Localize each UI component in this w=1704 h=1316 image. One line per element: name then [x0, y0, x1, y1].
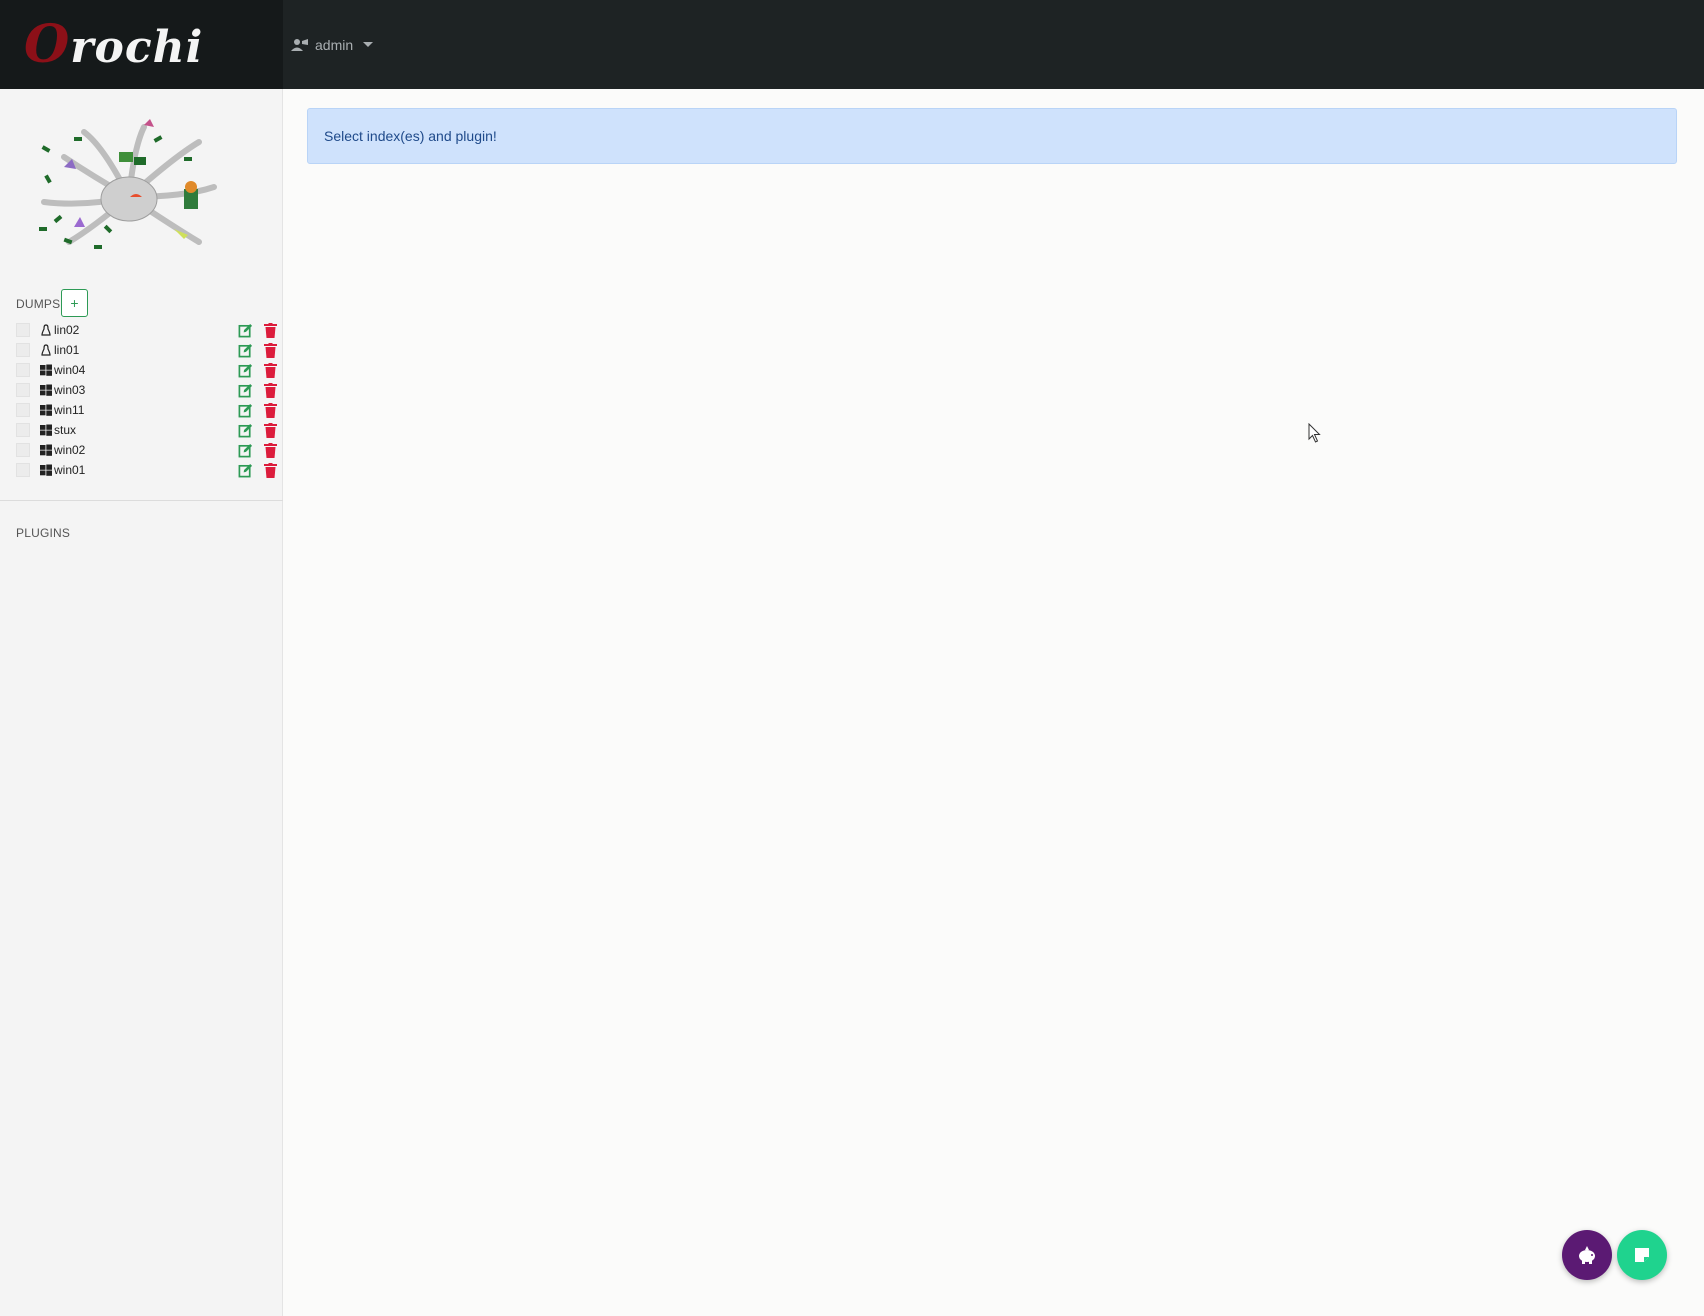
edit-icon[interactable]	[238, 323, 253, 338]
windows-icon	[40, 444, 52, 456]
dump-checkbox[interactable]	[16, 383, 30, 397]
linux-icon	[41, 324, 51, 336]
windows-icon	[40, 464, 52, 476]
dump-name: stux	[54, 423, 77, 437]
top-navbar: Orochi admin	[0, 0, 1704, 89]
sidebar-divider	[0, 500, 283, 501]
plugins-title: PLUGINS	[16, 526, 71, 540]
mouse-cursor-icon	[1308, 423, 1321, 443]
notes-button[interactable]	[1617, 1230, 1667, 1280]
list-item: win01	[0, 460, 283, 480]
list-item: stux	[0, 420, 283, 440]
dump-name: win01	[54, 463, 86, 477]
alert-text: Select index(es) and plugin!	[324, 128, 497, 144]
add-dump-button[interactable]: +	[61, 289, 88, 317]
sticky-note-icon	[1635, 1248, 1649, 1262]
sidebar: DUMPS + lin02 lin01 win04 win03 win11 st…	[0, 89, 283, 1316]
edit-icon[interactable]	[238, 443, 253, 458]
dump-name: lin01	[54, 343, 80, 357]
edit-icon[interactable]	[238, 423, 253, 438]
dump-name: win03	[54, 383, 86, 397]
info-alert: Select index(es) and plugin!	[307, 108, 1677, 164]
trash-icon[interactable]	[264, 462, 277, 478]
dump-checkbox[interactable]	[16, 463, 30, 477]
trash-icon[interactable]	[264, 442, 277, 458]
trash-icon[interactable]	[264, 322, 277, 338]
linux-icon	[41, 344, 51, 356]
piggy-bank-icon	[1579, 1246, 1595, 1264]
dumps-title: DUMPS	[16, 297, 61, 311]
list-item: win02	[0, 440, 283, 460]
trash-icon[interactable]	[264, 362, 277, 378]
user-icon	[291, 38, 308, 51]
windows-icon	[40, 384, 52, 396]
dump-name: win11	[54, 403, 85, 417]
list-item: win03	[0, 380, 283, 400]
dump-checkbox[interactable]	[16, 323, 30, 337]
list-item: win04	[0, 360, 283, 380]
orochi-logo[interactable]: Orochi	[24, 18, 203, 71]
list-item: lin01	[0, 340, 283, 360]
dump-checkbox[interactable]	[16, 443, 30, 457]
dump-checkbox[interactable]	[16, 363, 30, 377]
edit-icon[interactable]	[238, 363, 253, 378]
edit-icon[interactable]	[238, 383, 253, 398]
trash-icon[interactable]	[264, 342, 277, 358]
user-menu-label: admin	[315, 36, 354, 53]
dump-checkbox[interactable]	[16, 343, 30, 357]
dump-list: lin02 lin01 win04 win03 win11 stux win02…	[0, 320, 283, 480]
dump-name: win02	[54, 443, 86, 457]
brand[interactable]: Orochi	[0, 0, 283, 89]
hydra-illustration	[39, 119, 217, 249]
dump-checkbox[interactable]	[16, 423, 30, 437]
caret-down-icon	[363, 42, 374, 47]
dump-name: win04	[54, 363, 86, 377]
edit-icon[interactable]	[238, 463, 253, 478]
dump-name: lin02	[54, 323, 80, 337]
windows-icon	[40, 424, 52, 436]
list-item: win11	[0, 400, 283, 420]
edit-icon[interactable]	[238, 403, 253, 418]
list-item: lin02	[0, 320, 283, 340]
windows-icon	[40, 364, 52, 376]
plugin-action-button[interactable]	[1562, 1230, 1612, 1280]
trash-icon[interactable]	[264, 382, 277, 398]
user-menu-dropdown[interactable]: admin	[291, 36, 374, 53]
edit-icon[interactable]	[238, 343, 253, 358]
trash-icon[interactable]	[264, 422, 277, 438]
dump-checkbox[interactable]	[16, 403, 30, 417]
trash-icon[interactable]	[264, 402, 277, 418]
windows-icon	[40, 404, 52, 416]
